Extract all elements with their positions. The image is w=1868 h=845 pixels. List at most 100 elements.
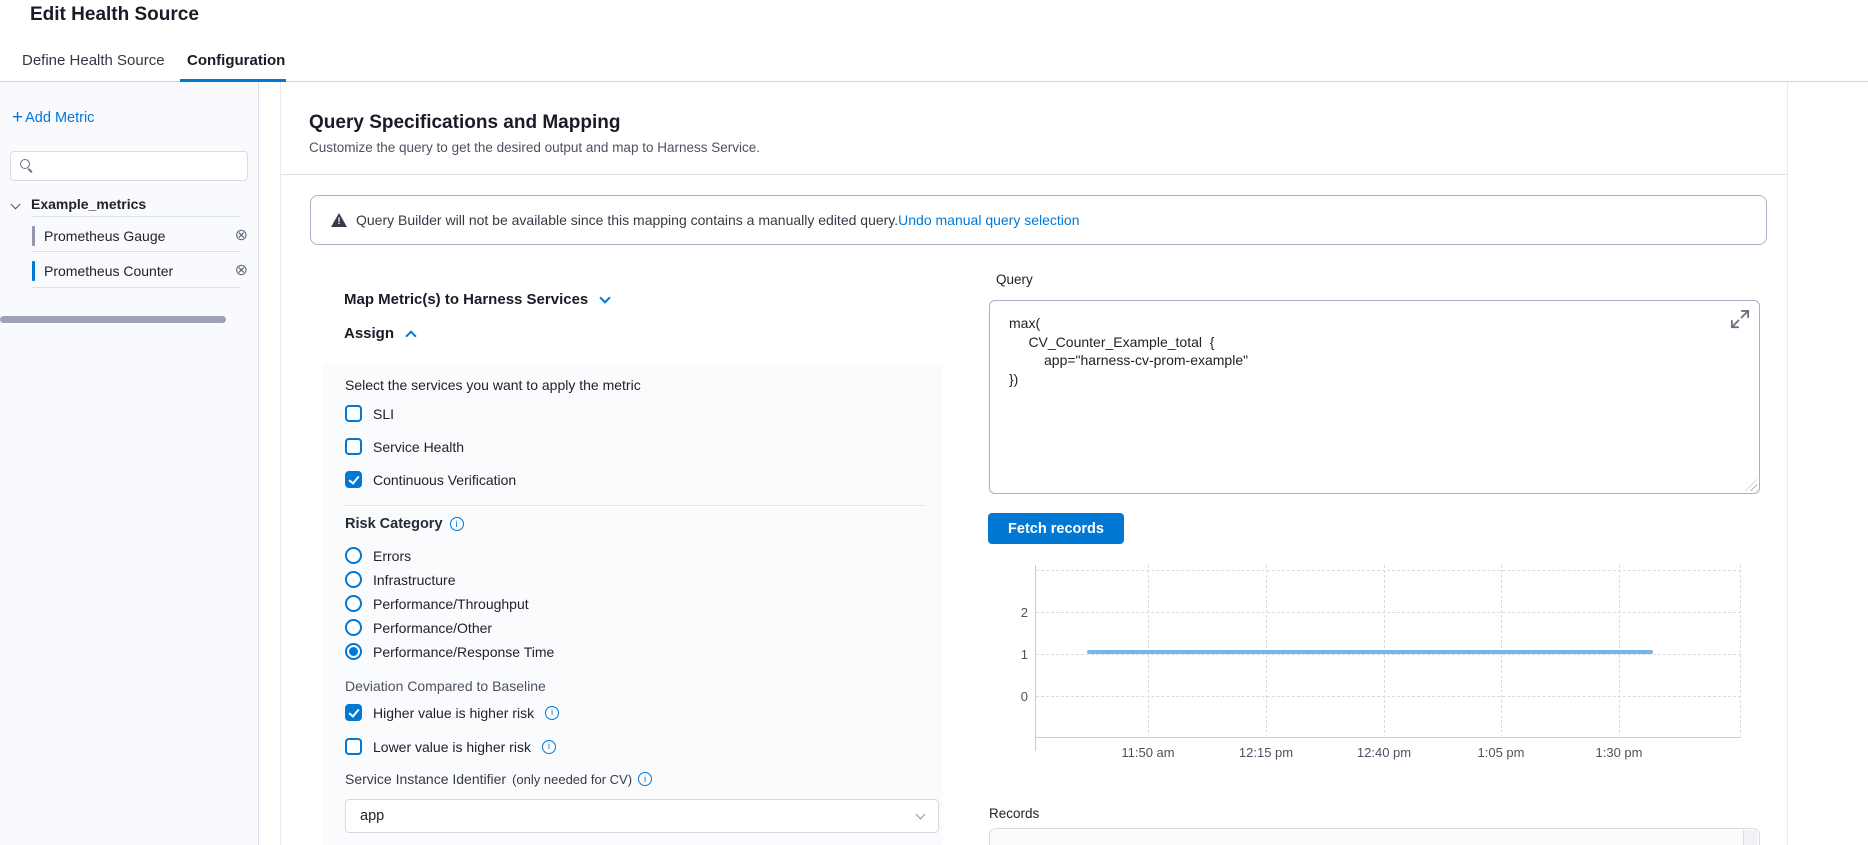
chart-data-line [1087, 650, 1653, 654]
expand-query-icon[interactable] [1730, 309, 1750, 329]
metric-label: Prometheus Counter [44, 263, 235, 279]
checkbox-label[interactable]: SLI [373, 406, 394, 422]
metric-group-label: Example_metrics [31, 196, 146, 212]
radio-label[interactable]: Performance/Response Time [373, 644, 554, 660]
x-tick-label: 11:50 am [1103, 745, 1193, 760]
checkbox-label[interactable]: Lower value is higher risk [373, 739, 531, 755]
plus-icon: + [12, 111, 23, 125]
gridline [1036, 654, 1741, 655]
add-metric-label: Add Metric [25, 110, 94, 126]
warning-text: Query Builder will not be available sinc… [356, 212, 898, 228]
service-health-checkbox[interactable] [345, 438, 362, 455]
services-select-label: Select the services you want to apply th… [345, 377, 641, 393]
performance-response-time-radio[interactable] [345, 643, 362, 660]
checkbox-row-lower-value[interactable]: Lower value is higher risk [345, 738, 556, 755]
divider [32, 287, 240, 288]
sidebar-item-prometheus-counter[interactable]: Prometheus Counter ⊗ [32, 256, 248, 286]
radio-row-performance-other[interactable]: Performance/Other [345, 619, 492, 636]
remove-metric-icon[interactable]: ⊗ [235, 263, 248, 279]
radio-label[interactable]: Infrastructure [373, 572, 455, 588]
info-icon[interactable] [542, 740, 556, 754]
undo-manual-query-link[interactable]: Undo manual query selection [898, 212, 1079, 228]
chevron-down-icon [916, 810, 926, 820]
query-editor[interactable]: max( CV_Counter_Example_total { app="har… [989, 300, 1760, 494]
radio-row-performance-throughput[interactable]: Performance/Throughput [345, 595, 529, 612]
metric-group-header[interactable]: Example_metrics [12, 196, 146, 212]
chevron-up-icon [405, 330, 416, 341]
performance-other-radio[interactable] [345, 619, 362, 636]
resize-handle[interactable] [1745, 479, 1757, 491]
service-instance-identifier-header: Service Instance Identifier (only needed… [345, 771, 652, 787]
y-tick-label: 2 [998, 605, 1028, 620]
checkbox-label[interactable]: Continuous Verification [373, 472, 516, 488]
gridline [1036, 570, 1741, 571]
divider [345, 505, 925, 506]
lower-value-checkbox[interactable] [345, 738, 362, 755]
divider [32, 216, 240, 217]
tab-define-health-source[interactable]: Define Health Source [22, 40, 165, 81]
deviation-label: Deviation Compared to Baseline [345, 678, 546, 694]
info-icon[interactable] [545, 706, 559, 720]
x-tick-label: 12:15 pm [1221, 745, 1311, 760]
sii-label: Service Instance Identifier [345, 771, 506, 787]
y-tick-label: 1 [998, 647, 1028, 662]
metric-color-bar [32, 226, 35, 246]
add-metric-button[interactable]: + Add Metric [12, 110, 94, 126]
gridline [1036, 612, 1741, 613]
axis-tick [1035, 738, 1036, 751]
assign-section-header[interactable]: Assign [344, 325, 415, 342]
checkbox-row-service-health[interactable]: Service Health [345, 438, 464, 455]
radio-row-errors[interactable]: Errors [345, 547, 411, 564]
radio-label[interactable]: Performance/Throughput [373, 596, 529, 612]
fetch-records-button[interactable]: Fetch records [988, 513, 1124, 544]
x-tick-label: 12:40 pm [1339, 745, 1429, 760]
chevron-down-icon [600, 292, 611, 303]
tab-configuration[interactable]: Configuration [187, 40, 285, 81]
records-panel [989, 828, 1760, 845]
query-label: Query [996, 272, 1033, 287]
info-icon[interactable] [638, 772, 652, 786]
divider [32, 251, 240, 252]
checkbox-row-continuous-verification[interactable]: Continuous Verification [345, 471, 516, 488]
service-instance-value: app [360, 808, 384, 824]
service-instance-select[interactable]: app [345, 799, 939, 833]
radio-label[interactable]: Errors [373, 548, 411, 564]
sidebar-item-prometheus-gauge[interactable]: Prometheus Gauge ⊗ [32, 221, 248, 251]
divider [281, 174, 1787, 175]
higher-value-checkbox[interactable] [345, 704, 362, 721]
errors-radio[interactable] [345, 547, 362, 564]
records-label: Records [989, 806, 1039, 821]
query-code[interactable]: max( CV_Counter_Example_total { app="har… [1009, 314, 1248, 388]
remove-metric-icon[interactable]: ⊗ [235, 228, 248, 244]
assign-label: Assign [344, 325, 394, 342]
sidebar-horizontal-scrollbar[interactable] [0, 316, 226, 323]
info-icon[interactable] [450, 517, 464, 531]
query-results-chart: 2 1 0 11:50 am 12:15 pm 12:40 pm 1:05 pm… [1035, 565, 1740, 738]
radio-row-performance-response-time[interactable]: Performance/Response Time [345, 643, 554, 660]
checkbox-label[interactable]: Higher value is higher risk [373, 705, 534, 721]
infrastructure-radio[interactable] [345, 571, 362, 588]
gridline [1036, 696, 1741, 697]
gridline [1740, 565, 1741, 738]
continuous-verification-checkbox[interactable] [345, 471, 362, 488]
risk-category-label: Risk Category [345, 516, 443, 532]
records-scrollbar[interactable] [1743, 830, 1757, 845]
card-left-border [280, 82, 281, 845]
metric-search-input[interactable] [41, 159, 231, 174]
sii-note: (only needed for CV) [512, 772, 632, 787]
map-metrics-section-header[interactable]: Map Metric(s) to Harness Services [344, 291, 609, 308]
warning-icon [331, 213, 348, 228]
checkbox-row-higher-value[interactable]: Higher value is higher risk [345, 704, 559, 721]
map-metrics-label: Map Metric(s) to Harness Services [344, 291, 588, 308]
metric-color-bar [32, 261, 35, 281]
section-subtitle: Customize the query to get the desired o… [309, 140, 760, 155]
section-title: Query Specifications and Mapping [309, 112, 620, 134]
radio-row-infrastructure[interactable]: Infrastructure [345, 571, 455, 588]
sli-checkbox[interactable] [345, 405, 362, 422]
card-right-border [1787, 82, 1788, 845]
performance-throughput-radio[interactable] [345, 595, 362, 612]
checkbox-label[interactable]: Service Health [373, 439, 464, 455]
x-tick-label: 1:30 pm [1574, 745, 1664, 760]
checkbox-row-sli[interactable]: SLI [345, 405, 394, 422]
radio-label[interactable]: Performance/Other [373, 620, 492, 636]
